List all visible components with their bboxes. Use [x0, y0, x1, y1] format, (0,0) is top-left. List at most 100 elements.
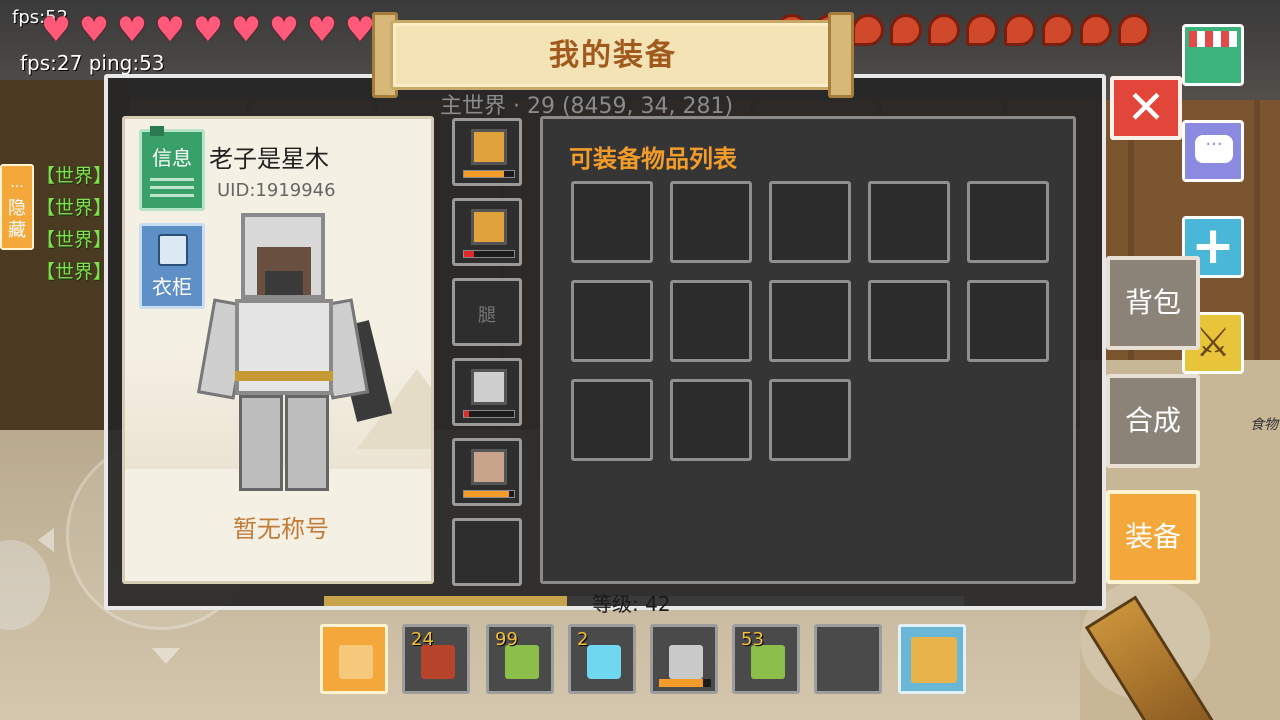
heart-icon: ♥ [78, 10, 110, 50]
item-slot[interactable] [868, 181, 950, 263]
drumstick-icon [852, 14, 884, 46]
joystick-left-arrow-icon [38, 528, 54, 552]
avatar-leg-right [285, 395, 329, 491]
equip-slot-boots[interactable] [452, 358, 522, 426]
fps-ping-counter: fps:27 ping:53 [20, 51, 165, 75]
item-count: 24 [411, 629, 434, 650]
drumstick-icon [928, 14, 960, 46]
dialog-title: 我的装备 [549, 38, 677, 73]
equippable-items-panel: 可装备物品列表 [540, 116, 1076, 584]
durability-fill [464, 491, 509, 497]
experience-fill [324, 596, 568, 606]
pickaxe-icon [669, 645, 703, 679]
item-slot[interactable] [571, 181, 653, 263]
item-slot[interactable] [769, 280, 851, 362]
player-uid: UID:1919946 [217, 180, 336, 201]
drumstick-icon [890, 14, 922, 46]
shield-icon [471, 449, 507, 485]
hotbar-slot[interactable]: 53 [732, 624, 800, 694]
chat-line: 【世界】 [36, 165, 113, 187]
item-slot[interactable] [670, 379, 752, 461]
chat-line: 【世界】 [36, 261, 113, 283]
equip-slot-chestplate[interactable] [452, 198, 522, 266]
item-slot[interactable] [868, 280, 950, 362]
item-slot[interactable] [670, 280, 752, 362]
player-name: 老子是星木 [209, 145, 329, 173]
avatar-belt [235, 371, 333, 381]
raw-meat-icon [421, 645, 455, 679]
hotbar-slot[interactable]: 24 [402, 624, 470, 694]
item-slot[interactable] [571, 379, 653, 461]
chat-dots-icon: ··· [10, 179, 24, 195]
equip-slot-shield[interactable] [452, 438, 522, 506]
slot-empty-label: 腿 [478, 305, 496, 326]
player-avatar[interactable] [195, 213, 393, 499]
durability-bar [463, 490, 515, 498]
diamond-icon [587, 645, 621, 679]
drumstick-icon [966, 14, 998, 46]
tab-backpack[interactable]: 背包 [1106, 256, 1200, 350]
hide-chat-button[interactable]: ··· 隐藏 [0, 164, 34, 250]
durability-fill [464, 411, 469, 417]
helmet-icon [471, 129, 507, 165]
tab-equip[interactable]: 装备 [1106, 490, 1200, 584]
durability-fill [659, 679, 704, 687]
durability-bar [463, 170, 515, 178]
clip-icon [150, 126, 164, 136]
item-slot[interactable] [670, 181, 752, 263]
feather-icon [339, 645, 373, 679]
bamboo-icon [505, 645, 539, 679]
character-card: 信息 衣柜 老子是星木 UID:1919946 暂无称号 [122, 116, 434, 584]
item-slot[interactable] [967, 181, 1049, 263]
crossed-swords-icon: ⚔ [1195, 320, 1231, 366]
item-slot[interactable] [571, 280, 653, 362]
shirt-icon [158, 234, 188, 266]
hotbar-slot[interactable] [320, 624, 388, 694]
heart-icon: ♥ [230, 10, 262, 50]
equip-slot-leggings[interactable]: 腿 [452, 278, 522, 346]
drumstick-icon [1118, 14, 1150, 46]
tab-craft[interactable]: 合成 [1106, 374, 1200, 468]
drumstick-icon [1080, 14, 1112, 46]
durability-bar [463, 250, 515, 258]
durability-bar [659, 679, 711, 687]
hotbar-slot[interactable] [814, 624, 882, 694]
item-count: 99 [495, 629, 518, 650]
heart-icon: ♥ [192, 10, 224, 50]
equip-slot-helmet[interactable] [452, 118, 522, 186]
info-button[interactable]: 信息 [139, 126, 205, 211]
level-text: 等级: 42 [592, 592, 671, 616]
item-slot[interactable] [769, 379, 851, 461]
item-slot[interactable] [967, 280, 1049, 362]
boots-icon [471, 369, 507, 405]
info-label: 信息 [152, 146, 192, 170]
item-slot[interactable] [769, 181, 851, 263]
hotbar-slot[interactable] [898, 624, 966, 694]
health-bar: ♥ ♥ ♥ ♥ ♥ ♥ ♥ ♥ ♥ [40, 10, 376, 50]
chat-line: 【世界】 [36, 229, 113, 251]
heart-icon: ♥ [154, 10, 186, 50]
heart-icon: ♥ [268, 10, 300, 50]
equip-slot-extra[interactable] [452, 518, 522, 586]
hotbar-slot[interactable]: 2 [568, 624, 636, 694]
player-title: 暂无称号 [233, 515, 329, 543]
chat-line: 【世界】 [36, 197, 113, 219]
chestplate-icon [471, 209, 507, 245]
shop-button[interactable] [1182, 24, 1244, 86]
wardrobe-label: 衣柜 [152, 275, 192, 299]
shop-icon [1189, 31, 1237, 47]
close-button[interactable]: ✕ [1110, 76, 1182, 140]
chat-log: 【世界】 【世界】 【世界】 【世界】 [36, 160, 112, 288]
item-count: 53 [741, 629, 764, 650]
document-lines-icon [150, 178, 194, 202]
avatar-beard [265, 271, 303, 295]
backpack-icon [911, 637, 957, 683]
bamboo-icon [751, 645, 785, 679]
durability-fill [464, 171, 504, 177]
hotbar-slot[interactable]: 99 [486, 624, 554, 694]
avatar-leg-left [239, 395, 283, 491]
hotbar-slot[interactable] [650, 624, 718, 694]
chat-button[interactable]: ··· [1182, 120, 1244, 182]
joystick-down-arrow-icon [152, 648, 180, 664]
dialog-title-banner: 我的装备 [370, 8, 856, 100]
